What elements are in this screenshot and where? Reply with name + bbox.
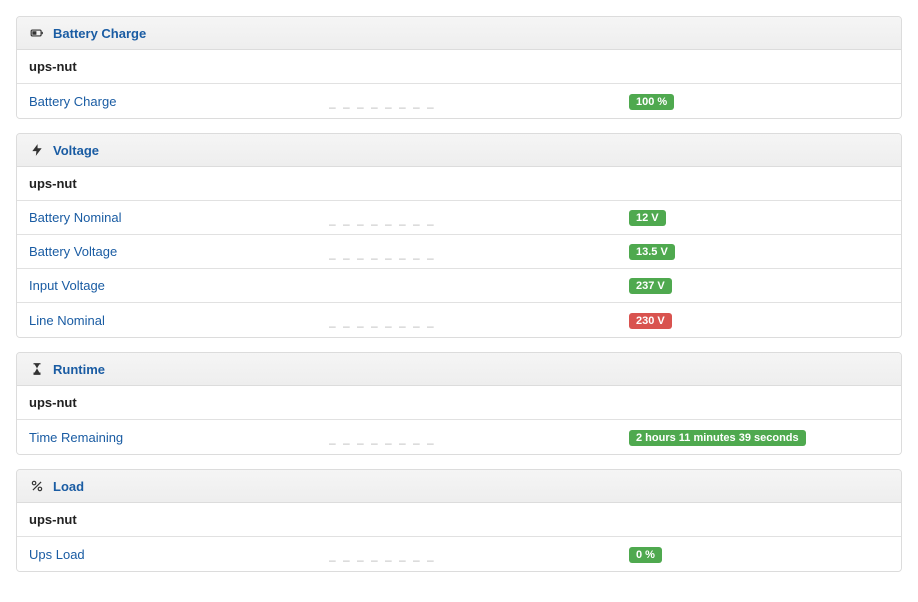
status-badge: 12 V xyxy=(629,210,666,226)
percent-icon xyxy=(29,478,45,494)
metric-value-cell: 13.5 V xyxy=(629,237,889,266)
metric-row: Time Remaining– – – – – – – – 2 hours 11 … xyxy=(17,420,901,454)
metric-label[interactable]: Battery Charge xyxy=(29,86,329,117)
metric-label[interactable]: Time Remaining xyxy=(29,422,329,453)
graph-placeholder: – – – – – – – – xyxy=(329,217,436,231)
metric-row: Input Voltage– – – – – – – –237 V xyxy=(17,269,901,303)
panel-title: Load xyxy=(53,479,84,494)
metric-label[interactable]: Battery Nominal xyxy=(29,202,329,233)
status-badge: 2 hours 11 minutes 39 seconds xyxy=(629,430,806,446)
metric-value-cell: 2 hours 11 minutes 39 seconds xyxy=(629,423,889,452)
device-name: ups-nut xyxy=(17,167,901,201)
panel-title: Voltage xyxy=(53,143,99,158)
device-name: ups-nut xyxy=(17,50,901,84)
metric-graph: – – – – – – – – xyxy=(329,305,629,335)
panel-header[interactable]: Voltage xyxy=(17,134,901,167)
metric-graph: – – – – – – – – xyxy=(329,271,629,301)
metric-graph: – – – – – – – – xyxy=(329,86,629,116)
panel-header[interactable]: Battery Charge xyxy=(17,17,901,50)
metric-value-cell: 0 % xyxy=(629,540,889,569)
device-name: ups-nut xyxy=(17,386,901,420)
battery-icon xyxy=(29,25,45,41)
panel-bolt: Voltageups-nutBattery Nominal– – – – – –… xyxy=(16,133,902,338)
metric-row: Line Nominal– – – – – – – – 230 V xyxy=(17,303,901,337)
metric-value-cell: 12 V xyxy=(629,203,889,232)
metric-graph: – – – – – – – – xyxy=(329,422,629,452)
panel-header[interactable]: Runtime xyxy=(17,353,901,386)
graph-placeholder: – – – – – – – – xyxy=(329,553,436,567)
panel-title: Runtime xyxy=(53,362,105,377)
metric-graph: – – – – – – – – xyxy=(329,539,629,569)
status-badge: 230 V xyxy=(629,313,672,329)
metric-value-cell: 100 % xyxy=(629,87,889,116)
panel-title: Battery Charge xyxy=(53,26,146,41)
metric-row: Battery Nominal– – – – – – – – 12 V xyxy=(17,201,901,235)
status-badge: 13.5 V xyxy=(629,244,675,260)
graph-placeholder: – – – – – – – – xyxy=(329,100,436,114)
panels-container: Battery Chargeups-nutBattery Charge– – –… xyxy=(16,16,902,572)
bolt-icon xyxy=(29,142,45,158)
metric-value-cell: 237 V xyxy=(629,271,889,300)
graph-placeholder: – – – – – – – – xyxy=(329,251,436,265)
status-badge: 100 % xyxy=(629,94,674,110)
status-badge: 0 % xyxy=(629,547,662,563)
metric-label[interactable]: Input Voltage xyxy=(29,270,329,301)
panel-hourglass: Runtime ups-nutTime Remaining– – – – – – … xyxy=(16,352,902,455)
graph-placeholder: – – – – – – – – xyxy=(329,319,436,333)
panel-battery: Battery Chargeups-nutBattery Charge– – –… xyxy=(16,16,902,119)
metric-graph: – – – – – – – – xyxy=(329,237,629,267)
panel-header[interactable]: Load xyxy=(17,470,901,503)
hourglass-icon xyxy=(29,361,45,377)
device-name: ups-nut xyxy=(17,503,901,537)
metric-value-cell: 230 V xyxy=(629,306,889,335)
metric-row: Ups Load– – – – – – – – 0 % xyxy=(17,537,901,571)
metric-label[interactable]: Ups Load xyxy=(29,539,329,570)
metric-row: Battery Charge– – – – – – – – 100 % xyxy=(17,84,901,118)
metric-graph: – – – – – – – – xyxy=(329,203,629,233)
metric-row: Battery Voltage– – – – – – – – 13.5 V xyxy=(17,235,901,269)
metric-label[interactable]: Battery Voltage xyxy=(29,236,329,267)
panel-percent: Load ups-nutUps Load– – – – – – – – 0 % xyxy=(16,469,902,572)
graph-placeholder: – – – – – – – – xyxy=(329,436,436,450)
metric-label[interactable]: Line Nominal xyxy=(29,305,329,336)
status-badge: 237 V xyxy=(629,278,672,294)
